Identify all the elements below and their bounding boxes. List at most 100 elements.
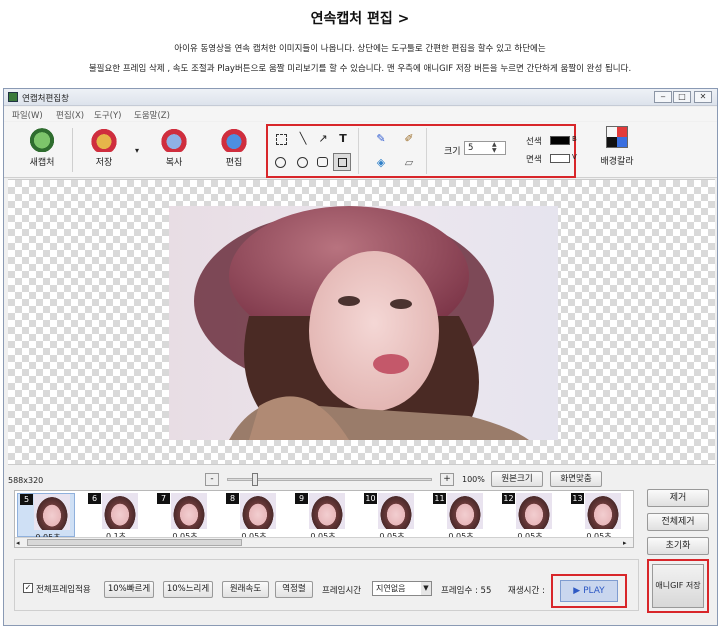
frame-item[interactable]: 11 0.05초 bbox=[431, 493, 489, 541]
frame-number: 9 bbox=[295, 493, 308, 504]
chevron-down-icon[interactable]: ▼ bbox=[421, 582, 431, 595]
background-color-label: 배경칼라 bbox=[600, 157, 634, 167]
frame-thumbnail bbox=[309, 493, 345, 529]
remove-all-button[interactable]: 전체제거 bbox=[647, 513, 709, 531]
text-icon[interactable]: T bbox=[336, 132, 350, 146]
frame-item[interactable]: 12 0.05초 bbox=[500, 493, 558, 541]
size-label: 크기 bbox=[444, 147, 461, 157]
maximize-button[interactable]: □ bbox=[673, 91, 691, 103]
brush-icon[interactable]: ✐ bbox=[402, 132, 416, 146]
line-color-swatch[interactable] bbox=[550, 136, 570, 145]
frame-number: 12 bbox=[502, 493, 515, 504]
fill-color-label: 면색 bbox=[526, 155, 542, 165]
fill-bucket-icon[interactable]: ◈ bbox=[374, 156, 388, 170]
eraser-icon[interactable]: ▱ bbox=[402, 156, 416, 170]
apply-all-label: 전체프레임적용 bbox=[36, 585, 91, 595]
zoom-out-button[interactable]: - bbox=[205, 473, 219, 486]
new-capture-button[interactable]: 새캡처 bbox=[22, 126, 62, 168]
title-bar: 연캡처편집창 ‒ □ ✕ bbox=[4, 89, 717, 106]
frame-item[interactable]: 8 0.05초 bbox=[224, 493, 282, 541]
menu-file[interactable]: 파일(W) bbox=[12, 109, 43, 121]
reset-button[interactable]: 초기화 bbox=[647, 537, 709, 555]
scrollbar-thumb[interactable] bbox=[27, 539, 242, 546]
frame-strip: 5 0.05초 6 0.1초 7 0.05초 8 0.05초 9 0.05초 1… bbox=[14, 490, 634, 548]
arrow-icon[interactable]: ↗ bbox=[316, 132, 330, 146]
frame-number: 13 bbox=[571, 493, 584, 504]
reverse-order-button[interactable]: 역정렬 bbox=[275, 581, 313, 598]
original-size-button[interactable]: 원본크기 bbox=[491, 471, 543, 487]
editor-window: 연캡처편집창 ‒ □ ✕ 파일(W) 편집(X) 도구(Y) 도움말(Z) 새캡… bbox=[3, 88, 718, 626]
scroll-left-icon[interactable]: ◂ bbox=[16, 539, 20, 547]
frame-thumbnail bbox=[585, 493, 621, 529]
minimize-button[interactable]: ‒ bbox=[654, 91, 672, 103]
zoom-slider-thumb[interactable] bbox=[252, 473, 258, 486]
zoom-level: 100% bbox=[462, 475, 485, 484]
menu-tools[interactable]: 도구(Y) bbox=[94, 109, 121, 121]
toolbar-divider bbox=[358, 128, 359, 174]
frame-thumbnail bbox=[34, 494, 70, 530]
portrait-photo bbox=[194, 206, 529, 440]
toolbar-divider bbox=[426, 128, 427, 174]
camera-icon bbox=[28, 126, 56, 152]
copy-icon bbox=[160, 126, 188, 152]
frame-item[interactable]: 6 0.1초 bbox=[86, 493, 144, 541]
frame-item[interactable]: 7 0.05초 bbox=[155, 493, 213, 541]
save-dropdown-icon[interactable]: ▾ bbox=[135, 146, 139, 155]
edit-label: 편집 bbox=[225, 158, 243, 168]
image-dimensions: 588x320 bbox=[8, 476, 44, 485]
slower-button[interactable]: 10%느리게 bbox=[163, 581, 213, 598]
edit-icon bbox=[220, 126, 248, 152]
edit-button[interactable]: 편집 bbox=[214, 126, 254, 168]
play-time-label: 재생시간 : bbox=[508, 586, 545, 596]
frame-thumbnail bbox=[516, 493, 552, 529]
fit-screen-button[interactable]: 화면맞춤 bbox=[550, 471, 602, 487]
app-icon bbox=[8, 92, 18, 102]
frame-number: 5 bbox=[20, 494, 33, 505]
zoom-slider-track[interactable] bbox=[227, 473, 432, 486]
toolbar-divider bbox=[72, 128, 73, 172]
select-rect-icon[interactable] bbox=[276, 134, 287, 145]
fill-color-key: V bbox=[572, 153, 577, 161]
remove-frame-button[interactable]: 제거 bbox=[647, 489, 709, 507]
frame-item[interactable]: 10 0.05초 bbox=[362, 493, 420, 541]
save-label: 저장 bbox=[95, 158, 113, 168]
frame-item[interactable]: 5 0.05초 bbox=[17, 493, 75, 542]
original-speed-button[interactable]: 원래속도 bbox=[222, 581, 269, 598]
frame-number: 7 bbox=[157, 493, 170, 504]
frame-item[interactable]: 13 0.05초 bbox=[569, 493, 627, 541]
ellipse-icon[interactable] bbox=[275, 157, 286, 168]
rect-tool-button[interactable] bbox=[333, 153, 351, 171]
window-title: 연캡처편집창 bbox=[22, 94, 69, 104]
frame-strip-scrollbar[interactable]: ◂ ▸ bbox=[15, 537, 633, 547]
play-button[interactable]: ▶ PLAY bbox=[560, 580, 618, 602]
save-button[interactable]: 저장 bbox=[84, 126, 124, 168]
close-button[interactable]: ✕ bbox=[694, 91, 712, 103]
playback-controls: ✓ 전체프레임적용 10%빠르게 10%느리게 원래속도 역정렬 프레임시간 지… bbox=[14, 559, 639, 611]
apply-all-checkbox[interactable]: ✓ bbox=[23, 583, 33, 593]
frame-thumbnail bbox=[171, 493, 207, 529]
zoom-bar: 588x320 - + 100% 원본크기 화면맞춤 bbox=[4, 469, 717, 489]
background-color-button[interactable]: 배경칼라 bbox=[592, 126, 642, 167]
menu-edit[interactable]: 편집(X) bbox=[56, 109, 84, 121]
scroll-right-icon[interactable]: ▸ bbox=[623, 539, 627, 547]
frame-number: 6 bbox=[88, 493, 101, 504]
menu-help[interactable]: 도움말(Z) bbox=[134, 109, 170, 121]
copy-button[interactable]: 복사 bbox=[154, 126, 194, 168]
fill-color-swatch[interactable] bbox=[550, 154, 570, 163]
frame-number: 11 bbox=[433, 493, 446, 504]
frame-item[interactable]: 9 0.05초 bbox=[293, 493, 351, 541]
size-input[interactable]: 5 bbox=[464, 141, 506, 155]
edit-canvas[interactable] bbox=[8, 179, 715, 465]
pencil-icon[interactable]: ✎ bbox=[374, 132, 388, 146]
size-spinner-icon[interactable]: ▲ ▼ bbox=[492, 142, 497, 154]
zoom-in-button[interactable]: + bbox=[440, 473, 454, 486]
rounded-rect-icon[interactable] bbox=[317, 157, 328, 167]
copy-label: 복사 bbox=[165, 158, 183, 168]
toolbar: 새캡처 저장 ▾ 복사 편집 ╲ ↗ T ✎ ✐ ◈ ▱ 크기 5 ▲ ▼ 선색… bbox=[4, 122, 717, 178]
line-icon[interactable]: ╲ bbox=[296, 132, 310, 146]
frame-thumbnail bbox=[102, 493, 138, 529]
description-line-1: 아이유 동영상을 연속 캡처한 이미지들이 나옵니다. 상단에는 도구툴로 간편… bbox=[174, 44, 546, 54]
faster-button[interactable]: 10%빠르게 bbox=[104, 581, 154, 598]
circle-icon[interactable] bbox=[297, 157, 308, 168]
save-gif-button[interactable]: 애니GIF 저장 bbox=[652, 564, 704, 608]
